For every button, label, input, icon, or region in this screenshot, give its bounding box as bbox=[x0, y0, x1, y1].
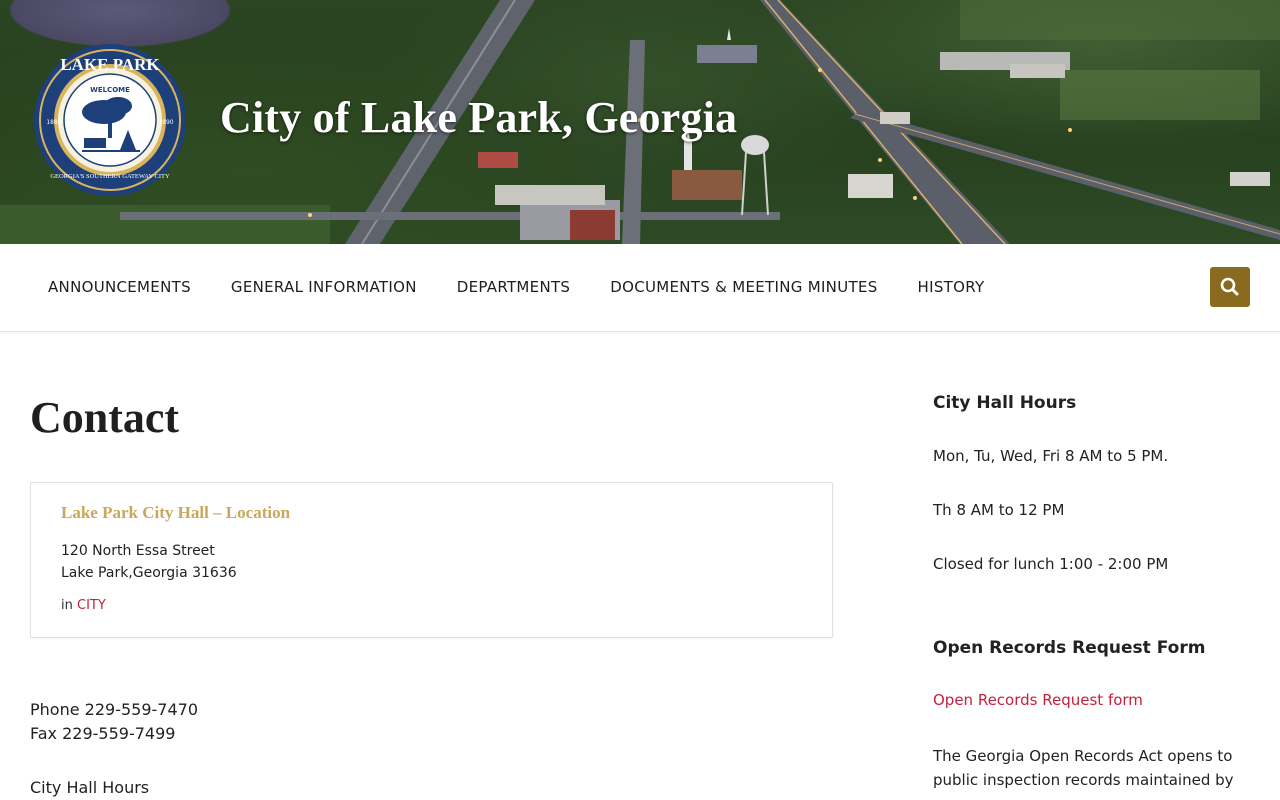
city-hall-hours-label: City Hall Hours bbox=[30, 778, 150, 797]
address-line-1: 120 North Essa Street bbox=[61, 543, 215, 559]
city-seal-logo[interactable]: LAKE PARK WELCOME 1889 1890 GEORGIA'S SO… bbox=[32, 42, 188, 198]
search-button[interactable] bbox=[1210, 267, 1250, 307]
svg-text:GEORGIA'S SOUTHERN GATEWAY CIT: GEORGIA'S SOUTHERN GATEWAY CITY bbox=[50, 173, 170, 180]
nav-item-documents-meeting-minutes[interactable]: DOCUMENTS & MEETING MINUTES bbox=[610, 278, 877, 296]
svg-text:1889: 1889 bbox=[46, 119, 61, 126]
nav-item-history[interactable]: HISTORY bbox=[918, 278, 985, 296]
category-meta: in CITY bbox=[61, 598, 106, 613]
sidebar-records-heading: Open Records Request Form bbox=[933, 638, 1206, 658]
fax-number: Fax 229-559-7499 bbox=[30, 724, 176, 743]
main-navigation: ANNOUNCEMENTS GENERAL INFORMATION DEPART… bbox=[0, 244, 1280, 332]
address-line-2: Lake Park,Georgia 31636 bbox=[61, 565, 237, 581]
hours-line-2: Th 8 AM to 12 PM bbox=[933, 501, 1065, 519]
nav-item-announcements[interactable]: ANNOUNCEMENTS bbox=[48, 278, 191, 296]
hero-banner: LAKE PARK WELCOME 1889 1890 GEORGIA'S SO… bbox=[0, 0, 1280, 244]
hours-line-1: Mon, Tu, Wed, Fri 8 AM to 5 PM. bbox=[933, 447, 1169, 465]
site-title[interactable]: City of Lake Park, Georgia bbox=[220, 92, 737, 143]
phone-number: Phone 229-559-7470 bbox=[30, 700, 198, 719]
sidebar-hours-heading: City Hall Hours bbox=[933, 393, 1077, 413]
category-link[interactable]: CITY bbox=[77, 598, 106, 613]
nav-item-departments[interactable]: DEPARTMENTS bbox=[457, 278, 571, 296]
page-title: Contact bbox=[30, 393, 180, 442]
open-records-link[interactable]: Open Records Request form bbox=[933, 691, 1143, 709]
svg-text:LAKE PARK: LAKE PARK bbox=[60, 55, 160, 74]
hours-line-3: Closed for lunch 1:00 - 2:00 PM bbox=[933, 555, 1169, 573]
search-icon bbox=[1220, 277, 1239, 296]
svg-text:1890: 1890 bbox=[158, 119, 173, 126]
svg-text:WELCOME: WELCOME bbox=[90, 86, 130, 94]
category-prefix: in bbox=[61, 598, 73, 613]
nav-item-general-information[interactable]: GENERAL INFORMATION bbox=[231, 278, 417, 296]
nav-menu: ANNOUNCEMENTS GENERAL INFORMATION DEPART… bbox=[48, 278, 1024, 296]
open-records-text: The Georgia Open Records Act opens to pu… bbox=[933, 747, 1234, 789]
location-card: Lake Park City Hall – Location 120 North… bbox=[30, 482, 833, 638]
location-title-link[interactable]: Lake Park City Hall – Location bbox=[61, 503, 290, 523]
